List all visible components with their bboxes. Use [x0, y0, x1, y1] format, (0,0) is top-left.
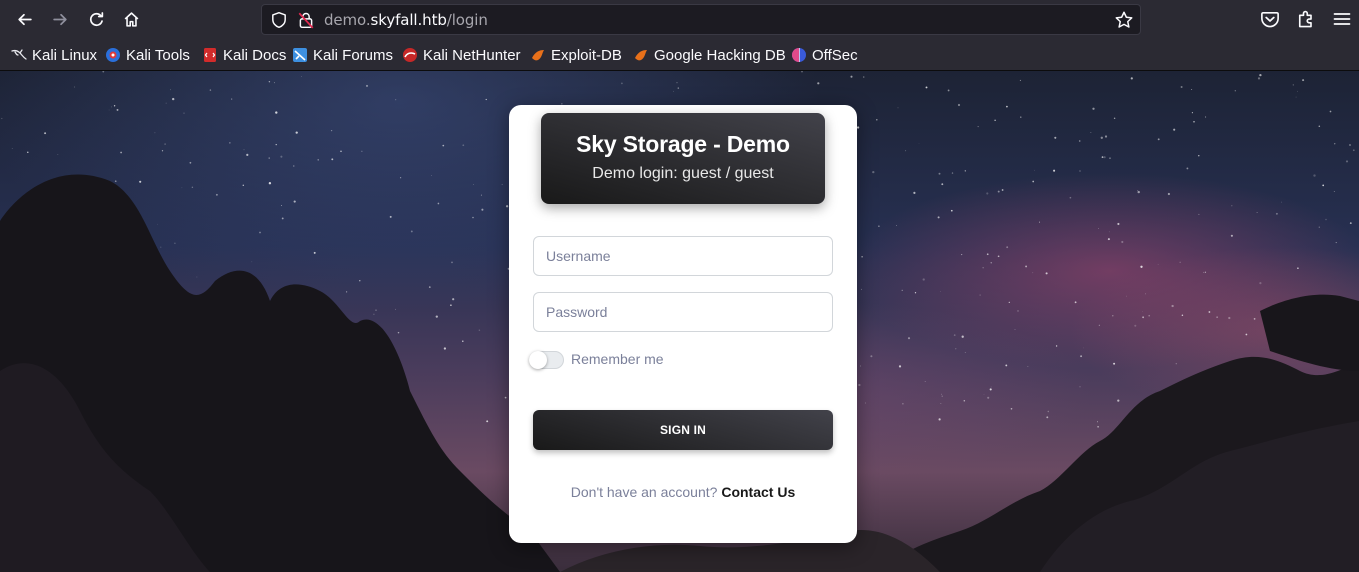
hamburger-menu-icon[interactable] — [1332, 8, 1352, 30]
kali-dragon-icon — [11, 49, 27, 60]
sign-in-button[interactable]: SIGN IN — [533, 410, 833, 450]
bookmark-label: OffSec — [812, 46, 858, 64]
kali-docs-icon — [204, 48, 216, 62]
bookmark-offsec[interactable]: OffSec — [791, 45, 858, 65]
bookmark-kali-linux[interactable]: Kali Linux — [11, 45, 97, 65]
offsec-icon — [792, 48, 806, 62]
signup-prompt: Don't have an account? Contact Us — [509, 484, 857, 500]
bookmark-label: Kali Linux — [32, 46, 98, 64]
bookmark-label: Exploit-DB — [551, 46, 622, 64]
contact-us-link[interactable]: Contact Us — [721, 484, 795, 500]
login-title: Sky Storage - Demo — [576, 131, 790, 157]
forward-button[interactable] — [45, 5, 75, 33]
password-input[interactable] — [533, 292, 833, 332]
no-account-text: Don't have an account? — [570, 484, 718, 500]
bookmark-label: Kali Docs — [223, 46, 287, 64]
exploit-db-icon — [532, 50, 544, 61]
remember-me-label[interactable]: Remember me — [571, 351, 664, 367]
bookmark-star-icon[interactable] — [1114, 10, 1134, 30]
arrow-right-icon — [52, 13, 67, 25]
card-header: Sky Storage - Demo Demo login: guest / g… — [541, 113, 825, 204]
kali-nethunter-icon — [403, 48, 417, 62]
insecure-lock-icon[interactable] — [297, 11, 315, 29]
kali-forums-icon — [293, 48, 307, 62]
login-card: Sky Storage - Demo Demo login: guest / g… — [509, 105, 857, 543]
ghdb-icon — [635, 50, 647, 61]
bookmark-kali-nethunter[interactable]: Kali NetHunter — [402, 45, 521, 65]
back-button[interactable] — [9, 5, 39, 33]
bookmark-label: Kali Forums — [313, 46, 394, 64]
url-host: skyfall.htb — [370, 11, 447, 29]
bookmark-label: Kali NetHunter — [423, 46, 521, 64]
bookmark-label: Google Hacking DB — [654, 46, 786, 64]
url-prefix: demo. — [324, 11, 371, 29]
pocket-icon[interactable] — [1260, 8, 1280, 30]
reload-button[interactable] — [81, 5, 111, 33]
home-button[interactable] — [116, 5, 146, 33]
bookmark-kali-docs[interactable]: Kali Docs — [202, 45, 286, 65]
reload-icon — [89, 11, 103, 26]
bookmark-kali-forums[interactable]: Kali Forums — [292, 45, 393, 65]
toggle-knob — [529, 351, 547, 369]
username-input[interactable] — [533, 236, 833, 276]
remember-me-toggle[interactable] — [529, 351, 564, 369]
url-bar[interactable]: demo.skyfall.htb/login — [261, 4, 1141, 35]
login-subtitle: Demo login: guest / guest — [592, 165, 774, 182]
bookmark-google-hacking-db[interactable]: Google Hacking DB — [633, 45, 786, 65]
bookmark-kali-tools[interactable]: Kali Tools — [105, 45, 190, 65]
bookmark-label: Kali Tools — [126, 46, 190, 64]
bookmark-exploit-db[interactable]: Exploit-DB — [530, 45, 622, 65]
home-icon — [124, 11, 138, 27]
arrow-left-icon — [17, 13, 32, 25]
tracking-shield-icon[interactable] — [270, 11, 288, 29]
browser-toolbar: demo.skyfall.htb/login — [0, 0, 1359, 39]
url-path: /login — [446, 11, 488, 29]
bookmarks-bar: Kali Linux Kali Tools Kali Docs Kali For… — [0, 39, 1359, 71]
kali-tools-icon — [106, 48, 120, 62]
url-text[interactable]: demo.skyfall.htb/login — [324, 11, 488, 29]
extensions-puzzle-icon[interactable] — [1296, 8, 1316, 30]
page-background: Sky Storage - Demo Demo login: guest / g… — [0, 71, 1359, 572]
